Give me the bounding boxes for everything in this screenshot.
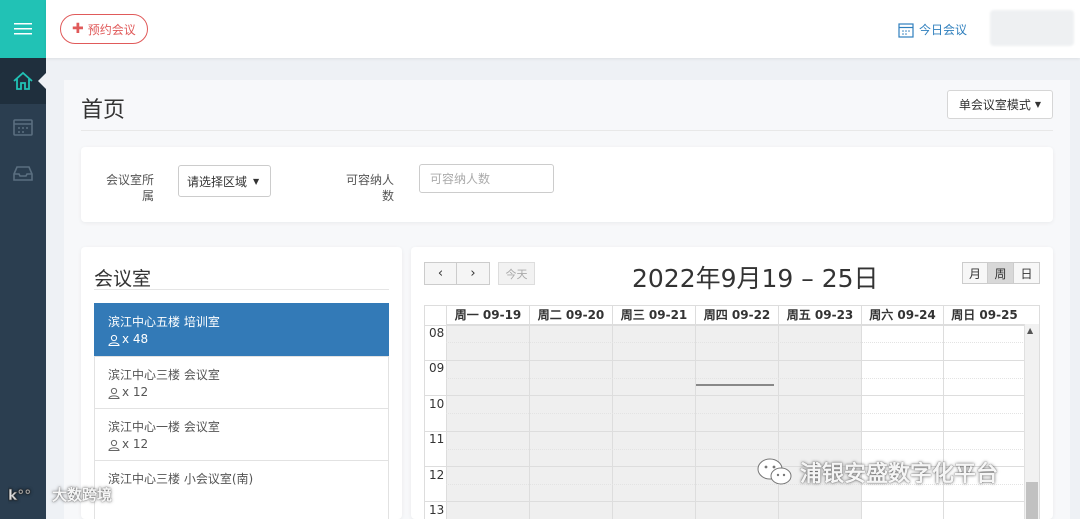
day-header: 周一 09-19 [446, 306, 529, 325]
scroll-up-arrow-icon[interactable]: ▲ [1027, 326, 1033, 335]
room-name: 滨江中心一楼 会议室 [108, 420, 220, 434]
day-header: 周日 09-25 [943, 306, 1025, 325]
day-column[interactable] [612, 325, 695, 519]
user-avatar[interactable] [990, 10, 1074, 46]
caret-down-icon: ▼ [1034, 100, 1042, 109]
hour-divider [425, 325, 1025, 326]
capacity-input[interactable]: 可容纳人数 [419, 164, 554, 193]
hour-divider [425, 395, 1025, 396]
watermark-right: 浦银安盛数字化平台 [756, 456, 998, 488]
logo-icon: k°° [8, 487, 32, 504]
scrollbar-thumb[interactable] [1026, 482, 1038, 519]
home-icon [13, 71, 33, 90]
hour-divider [425, 431, 1025, 432]
day-header: 周二 09-20 [529, 306, 612, 325]
hour-label: 10 [429, 397, 445, 411]
room-mode-label: 单会议室模式 [958, 98, 1031, 112]
sidebar [0, 0, 46, 519]
day-column[interactable] [529, 325, 612, 519]
rooms-title: 会议室 [94, 268, 152, 290]
room-capacity: x 12 [122, 385, 149, 399]
area-select[interactable]: 请选择区域 ▼ [178, 165, 271, 197]
user-icon [108, 334, 120, 346]
view-day-button[interactable]: 日 [1014, 262, 1040, 284]
user-icon [108, 387, 120, 399]
day-column[interactable] [446, 325, 529, 519]
watermark-left-text: 大数跨境 [52, 486, 113, 504]
sidebar-item-calendar[interactable] [0, 104, 46, 150]
svg-text:k°°: k°° [8, 488, 31, 504]
hour-divider [425, 360, 1025, 361]
day-header: 周四 09-22 [695, 306, 778, 325]
half-hour-divider [446, 413, 1025, 414]
day-header: 周五 09-23 [778, 306, 861, 325]
room-name: 滨江中心三楼 会议室 [108, 368, 220, 382]
list-item[interactable]: 滨江中心三楼 小会议室(南) [94, 460, 389, 519]
half-hour-divider [446, 378, 1025, 379]
wechat-icon [757, 458, 792, 485]
calendar-icon [13, 119, 33, 136]
plus-icon: ✚ [72, 21, 84, 37]
sidebar-item-inbox[interactable] [0, 150, 46, 196]
view-month-button[interactable]: 月 [962, 262, 988, 284]
inbox-icon [13, 166, 33, 181]
book-meeting-label: 预约会议 [87, 22, 136, 37]
next-week-button[interactable]: › [457, 262, 490, 285]
calendar-title: 2022年9月19 – 25日 [632, 264, 879, 293]
view-week-button[interactable]: 周 [988, 262, 1014, 284]
prev-week-button[interactable]: ‹ [424, 262, 457, 285]
hour-label: 13 [429, 503, 445, 517]
hamburger-icon [14, 23, 32, 35]
hour-label: 09 [429, 361, 445, 375]
current-time-indicator [696, 384, 774, 386]
caret-down-icon: ▼ [253, 176, 260, 186]
today-button[interactable]: 今天 [498, 262, 535, 285]
page-title: 首页 [81, 98, 126, 123]
room-capacity: x 48 [122, 332, 149, 346]
rooms-divider [94, 289, 389, 290]
hour-divider [425, 501, 1025, 502]
list-item[interactable]: 滨江中心一楼 会议室 x 12 [94, 408, 389, 461]
list-item[interactable]: 滨江中心三楼 会议室 x 12 [94, 356, 389, 409]
title-divider [81, 130, 1053, 131]
room-capacity: x 12 [122, 437, 149, 451]
hour-label: 12 [429, 468, 445, 482]
day-header: 周六 09-24 [861, 306, 943, 325]
day-column[interactable] [861, 325, 943, 519]
today-meetings-label: 今日会议 [919, 23, 968, 37]
user-icon [108, 439, 120, 451]
list-item[interactable]: 滨江中心五楼 培训室 x 48 [94, 303, 389, 356]
hour-label: 11 [429, 432, 445, 446]
today-meetings-link[interactable]: 今日会议 [898, 21, 967, 38]
book-meeting-button[interactable]: ✚ 预约会议 [60, 14, 148, 44]
chevron-right-icon: › [470, 266, 476, 281]
area-filter-label: 会议室所属 [105, 173, 154, 203]
capacity-filter-label: 可容纳人数 [345, 173, 394, 203]
sidebar-item-home[interactable] [0, 58, 46, 104]
area-select-value: 请选择区域 [187, 174, 248, 189]
room-name: 滨江中心三楼 小会议室(南) [108, 472, 254, 486]
watermark-right-text: 浦银安盛数字化平台 [800, 462, 999, 487]
watermark-left: k°° 大数跨境 [8, 484, 112, 505]
room-name: 滨江中心五楼 培训室 [108, 315, 220, 329]
day-header: 周三 09-21 [612, 306, 695, 325]
room-mode-dropdown[interactable]: 单会议室模式 ▼ [947, 90, 1053, 119]
view-switcher: 月 周 日 [962, 262, 1040, 284]
day-column[interactable] [943, 325, 1025, 519]
day-column[interactable] [778, 325, 861, 519]
half-hour-divider [446, 449, 1025, 450]
chevron-left-icon: ‹ [437, 266, 444, 281]
calendar-icon [898, 22, 914, 38]
half-hour-divider [446, 342, 1025, 343]
day-column[interactable] [695, 325, 778, 519]
menu-toggle-button[interactable] [0, 0, 46, 58]
hour-label: 08 [429, 326, 445, 340]
top-header: ✚ 预约会议 今日会议 [46, 0, 1080, 58]
calendar-nav: ‹ › [424, 262, 490, 285]
